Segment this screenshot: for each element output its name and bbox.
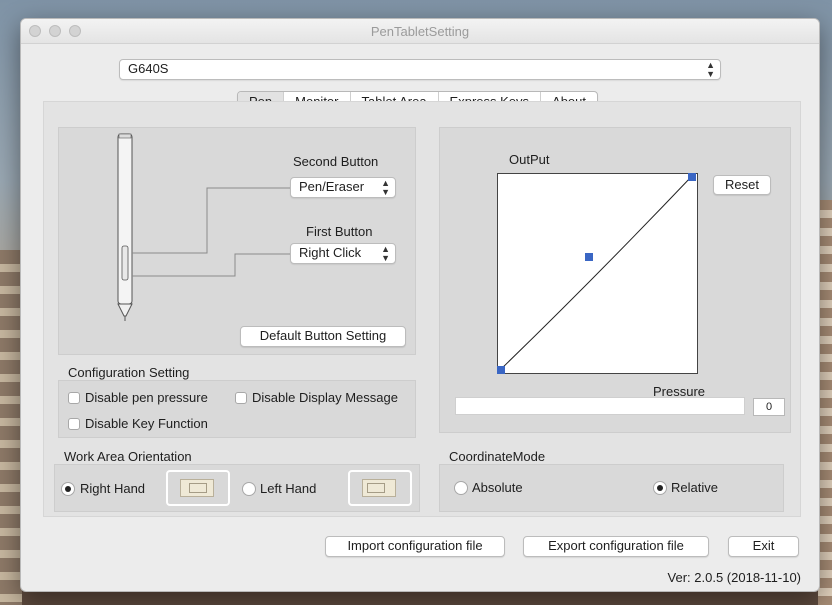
right-hand-tablet-image (166, 470, 230, 506)
title-bar: PenTabletSetting (21, 19, 819, 44)
absolute-radio[interactable] (454, 481, 468, 495)
disable-key-function-checkbox[interactable] (68, 418, 80, 430)
disable-pen-pressure-label: Disable pen pressure (85, 390, 208, 405)
absolute-label: Absolute (472, 480, 523, 495)
first-button-value: Right Click (299, 245, 362, 260)
desktop-background-right (818, 200, 832, 605)
pen-tablet-setting-window: PenTabletSetting G640S ▲▼ Pen Monitor Ta… (20, 18, 820, 592)
pen-tab-panel: Second Button Pen/Eraser ▲ ▼ First Button… (43, 101, 801, 517)
version-label: Ver: 2.0.5 (2018-11-10) (667, 570, 801, 585)
pen-buttons-box: Second Button Pen/Eraser ▲ ▼ First Button… (58, 127, 416, 355)
right-hand-label: Right Hand (80, 481, 146, 496)
device-select[interactable]: G640S ▲ ▼ (119, 59, 721, 80)
output-label: OutPut (509, 152, 550, 167)
default-button-setting-button[interactable]: Default Button Setting (240, 326, 406, 347)
work-area-orientation-box: Right Hand Left Hand (54, 464, 420, 512)
second-button-select[interactable]: Pen/Eraser ▲ ▼ (290, 177, 396, 198)
curve-end-handle[interactable] (688, 173, 696, 181)
disable-display-message-label: Disable Display Message (252, 390, 398, 405)
chevron-up-down-icon: ▲ ▼ (381, 178, 390, 197)
pressure-curve-graph[interactable] (497, 173, 699, 375)
pressure-meter (455, 397, 745, 415)
first-button-label: First Button (306, 224, 373, 239)
import-configuration-button[interactable]: Import configuration file (325, 536, 505, 557)
curve-start-handle[interactable] (497, 366, 505, 374)
device-select-value: G640S (128, 61, 169, 76)
second-button-label: Second Button (293, 154, 379, 169)
reset-button[interactable]: Reset (713, 175, 771, 195)
work-area-orientation-title: Work Area Orientation (64, 449, 192, 464)
first-button-select[interactable]: Right Click ▲ ▼ (290, 243, 396, 264)
configuration-setting-box: Disable pen pressure Disable Display Mes… (58, 380, 416, 438)
disable-key-function-label: Disable Key Function (85, 416, 208, 431)
pressure-value: 0 (753, 398, 785, 416)
chevron-up-down-icon: ▲ ▼ (381, 244, 390, 263)
coordinate-mode-title: CoordinateMode (449, 449, 546, 464)
left-hand-radio[interactable] (242, 482, 256, 496)
desktop-background-left (0, 250, 22, 605)
export-configuration-button[interactable]: Export configuration file (523, 536, 709, 557)
exit-button[interactable]: Exit (728, 536, 799, 557)
window-title: PenTabletSetting (370, 24, 470, 39)
curve-mid-handle[interactable] (585, 253, 593, 261)
disable-pen-pressure-checkbox[interactable] (68, 392, 80, 404)
configuration-setting-title: Configuration Setting (68, 365, 190, 380)
left-hand-label: Left Hand (260, 481, 317, 496)
second-button-value: Pen/Eraser (299, 179, 365, 194)
left-hand-tablet-image (348, 470, 412, 506)
chevron-up-down-icon: ▲ ▼ (706, 60, 715, 79)
right-hand-radio[interactable] (61, 482, 75, 496)
pressure-curve-box: OutPut Reset Pressure 0 (439, 127, 791, 433)
coordinate-mode-box: Absolute Relative (439, 464, 784, 512)
relative-label: Relative (671, 480, 718, 495)
disable-display-message-checkbox[interactable] (235, 392, 247, 404)
relative-radio[interactable] (653, 481, 667, 495)
